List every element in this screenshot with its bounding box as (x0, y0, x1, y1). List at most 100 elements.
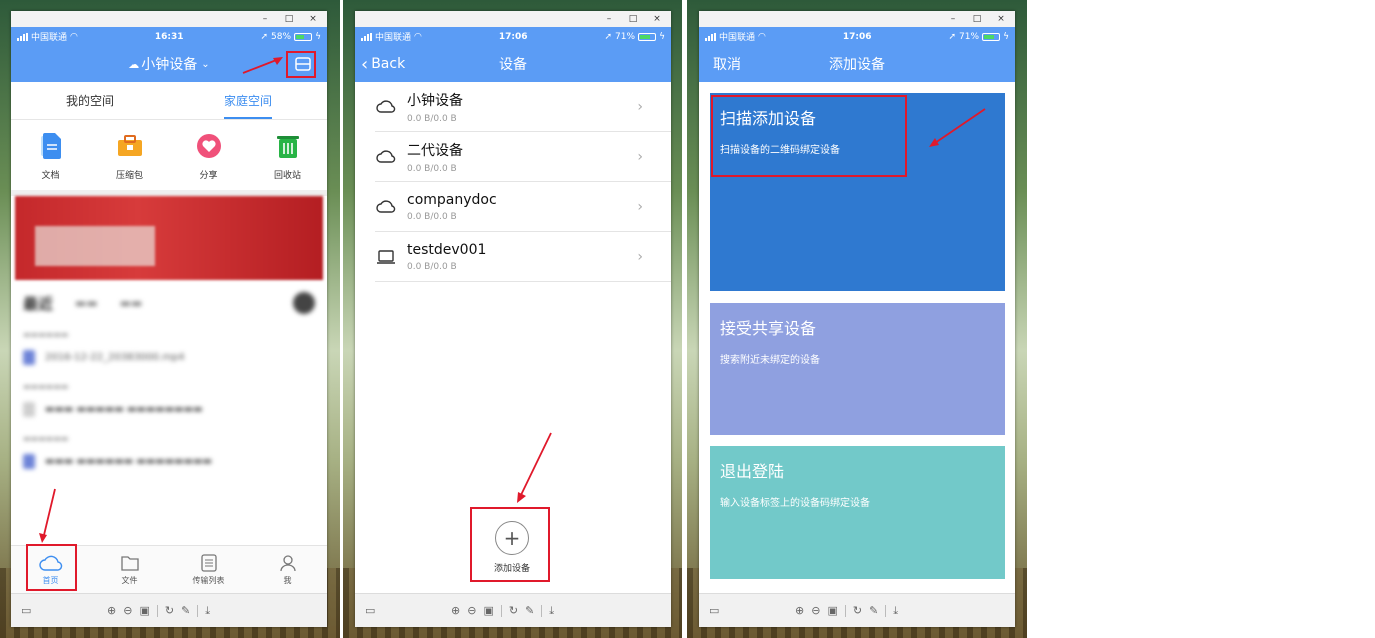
tab-files[interactable]: 文件 (90, 546, 169, 593)
emulator-window-devices: – □ × 中国联通 ◠ 17:06 ➚ 71% ϟ ‹ Back 设备 小钟设… (355, 11, 671, 627)
avatar[interactable] (293, 292, 315, 314)
annotation-highlight (470, 507, 550, 582)
device-size: 0.0 B/0.0 B (407, 113, 457, 124)
shortcut-share[interactable]: 分享 (169, 120, 248, 190)
maximize-button[interactable]: □ (627, 14, 639, 24)
card-description: 输入设备标签上的设备码绑定设备 (720, 498, 870, 509)
device-row[interactable]: companydoc 0.0 B/0.0 B › (375, 182, 671, 232)
download-icon[interactable]: ⤓ (893, 604, 898, 618)
status-bar: 中国联通 ◠ 17:06 ➚ 71% ϟ (355, 27, 671, 46)
window-titlebar: – □ × (355, 11, 671, 27)
actual-size-icon[interactable]: ▣ (483, 604, 493, 617)
zoom-out-icon[interactable]: ⊖ (811, 604, 820, 617)
download-icon[interactable]: ⤓ (549, 604, 554, 618)
cancel-button[interactable]: 取消 (713, 46, 741, 82)
status-bar: 中国联通 ◠ 16:31 ➚ 58% ϟ (11, 27, 327, 46)
back-button[interactable]: ‹ Back (361, 46, 405, 82)
wifi-icon: ◠ (414, 31, 422, 42)
share-heart-icon (196, 133, 221, 158)
charging-icon: ϟ (1003, 31, 1009, 42)
annotation-arrow (242, 57, 283, 74)
zoom-in-icon[interactable]: ⊕ (451, 604, 460, 617)
close-button[interactable]: × (651, 14, 663, 24)
device-name: 二代设备 (407, 142, 463, 159)
clock: 17:06 (842, 31, 872, 42)
charging-icon: ϟ (659, 31, 665, 42)
close-button[interactable]: × (307, 14, 319, 24)
list-item[interactable]: 2016-12-22_20383000.mp4 (23, 342, 315, 372)
promo-banner[interactable] (15, 196, 323, 280)
tab-label: 传输列表 (192, 575, 225, 585)
file-name: ▬▬▬ ▬▬▬▬▬ ▬▬▬▬▬▬▬▬ (45, 403, 203, 415)
logout-card[interactable]: 退出登陆 输入设备标签上的设备码绑定设备 (710, 446, 1005, 579)
tab-family-space[interactable]: 家庭空间 (169, 82, 327, 119)
shortcut-grid: 文档 压缩包 分享 回收站 (11, 120, 327, 196)
zoom-in-icon[interactable]: ⊕ (107, 604, 116, 617)
device-icon[interactable]: ▭ (709, 604, 719, 617)
clock: 17:06 (498, 31, 528, 42)
edit-icon[interactable]: ✎ (181, 604, 190, 617)
battery-icon (982, 32, 1001, 41)
chevron-down-icon[interactable]: ⌄ (201, 59, 209, 70)
annotation-arrow (929, 108, 986, 147)
download-icon[interactable]: ⤓ (205, 604, 210, 618)
chevron-right-icon: › (637, 99, 643, 115)
device-icon[interactable]: ▭ (21, 604, 31, 617)
document-icon (40, 132, 61, 159)
tab-my-space[interactable]: 我的空间 (11, 82, 169, 119)
edit-icon[interactable]: ✎ (869, 604, 878, 617)
carrier-label: 中国联通 (719, 33, 756, 43)
status-bar: 中国联通 ◠ 17:06 ➚ 71% ϟ (699, 27, 1015, 46)
nav-bar: ‹ Back 设备 (355, 46, 671, 82)
minimize-button[interactable]: – (259, 14, 271, 24)
device-selector[interactable]: 小钟设备 (141, 54, 197, 74)
folder-icon (120, 555, 139, 571)
battery-percent: 71% (959, 31, 980, 42)
edit-icon[interactable]: ✎ (525, 604, 534, 617)
maximize-button[interactable]: □ (971, 14, 983, 24)
actual-size-icon[interactable]: ▣ (827, 604, 837, 617)
recycle-bin-icon (276, 135, 299, 158)
list-item[interactable]: ▬▬▬ ▬▬▬▬▬▬ ▬▬▬▬▬▬▬▬ (23, 446, 315, 476)
rotate-icon[interactable]: ↻ (509, 604, 518, 617)
card-title: 退出登陆 (720, 462, 785, 481)
shortcut-label: 文档 (41, 170, 60, 181)
signal-icon (17, 32, 28, 41)
blurred-tab[interactable]: ▬▬ (120, 296, 143, 310)
tab-transfers[interactable]: 传输列表 (169, 546, 248, 593)
device-row[interactable]: testdev001 0.0 B/0.0 B › (375, 232, 671, 282)
device-name: companydoc (407, 191, 497, 208)
rotate-icon[interactable]: ↻ (165, 604, 174, 617)
accept-shared-device-card[interactable]: 接受共享设备 搜索附近未绑定的设备 (710, 303, 1005, 435)
battery-percent: 58% (271, 31, 292, 42)
actual-size-icon[interactable]: ▣ (139, 604, 149, 617)
wifi-icon: ◠ (758, 31, 766, 42)
space-tabs: 我的空间 家庭空间 (11, 82, 327, 120)
maximize-button[interactable]: □ (283, 14, 295, 24)
shortcut-recycle-bin[interactable]: 回收站 (248, 120, 327, 190)
device-row[interactable]: 二代设备 0.0 B/0.0 B › (375, 132, 671, 182)
nav-bar: 取消 添加设备 (699, 46, 1015, 82)
minimize-button[interactable]: – (603, 14, 615, 24)
shortcut-documents[interactable]: 文档 (11, 120, 90, 190)
device-icon[interactable]: ▭ (365, 604, 375, 617)
emulator-toolbar: ▭ ⊕ ⊖ ▣ ↻ ✎ ⤓ (699, 593, 1015, 627)
list-item[interactable]: ▬▬▬ ▬▬▬▬▬ ▬▬▬▬▬▬▬▬ (23, 394, 315, 424)
zoom-in-icon[interactable]: ⊕ (795, 604, 804, 617)
tab-me[interactable]: 我 (248, 546, 327, 593)
annotation-arrow (39, 488, 56, 543)
device-row[interactable]: 小钟设备 0.0 B/0.0 B › (375, 82, 671, 132)
carrier-label: 中国联通 (375, 33, 412, 43)
annotation-arrow (517, 432, 552, 503)
file-icon (23, 401, 35, 417)
minimize-button[interactable]: – (947, 14, 959, 24)
shortcut-archives[interactable]: 压缩包 (90, 120, 169, 190)
rotate-icon[interactable]: ↻ (853, 604, 862, 617)
close-button[interactable]: × (995, 14, 1007, 24)
recent-tab[interactable]: 最近 (23, 293, 53, 314)
chevron-right-icon: › (637, 149, 643, 165)
blurred-tab[interactable]: ▬▬ (75, 296, 98, 310)
device-name: 小钟设备 (407, 92, 463, 109)
zoom-out-icon[interactable]: ⊖ (467, 604, 476, 617)
zoom-out-icon[interactable]: ⊖ (123, 604, 132, 617)
